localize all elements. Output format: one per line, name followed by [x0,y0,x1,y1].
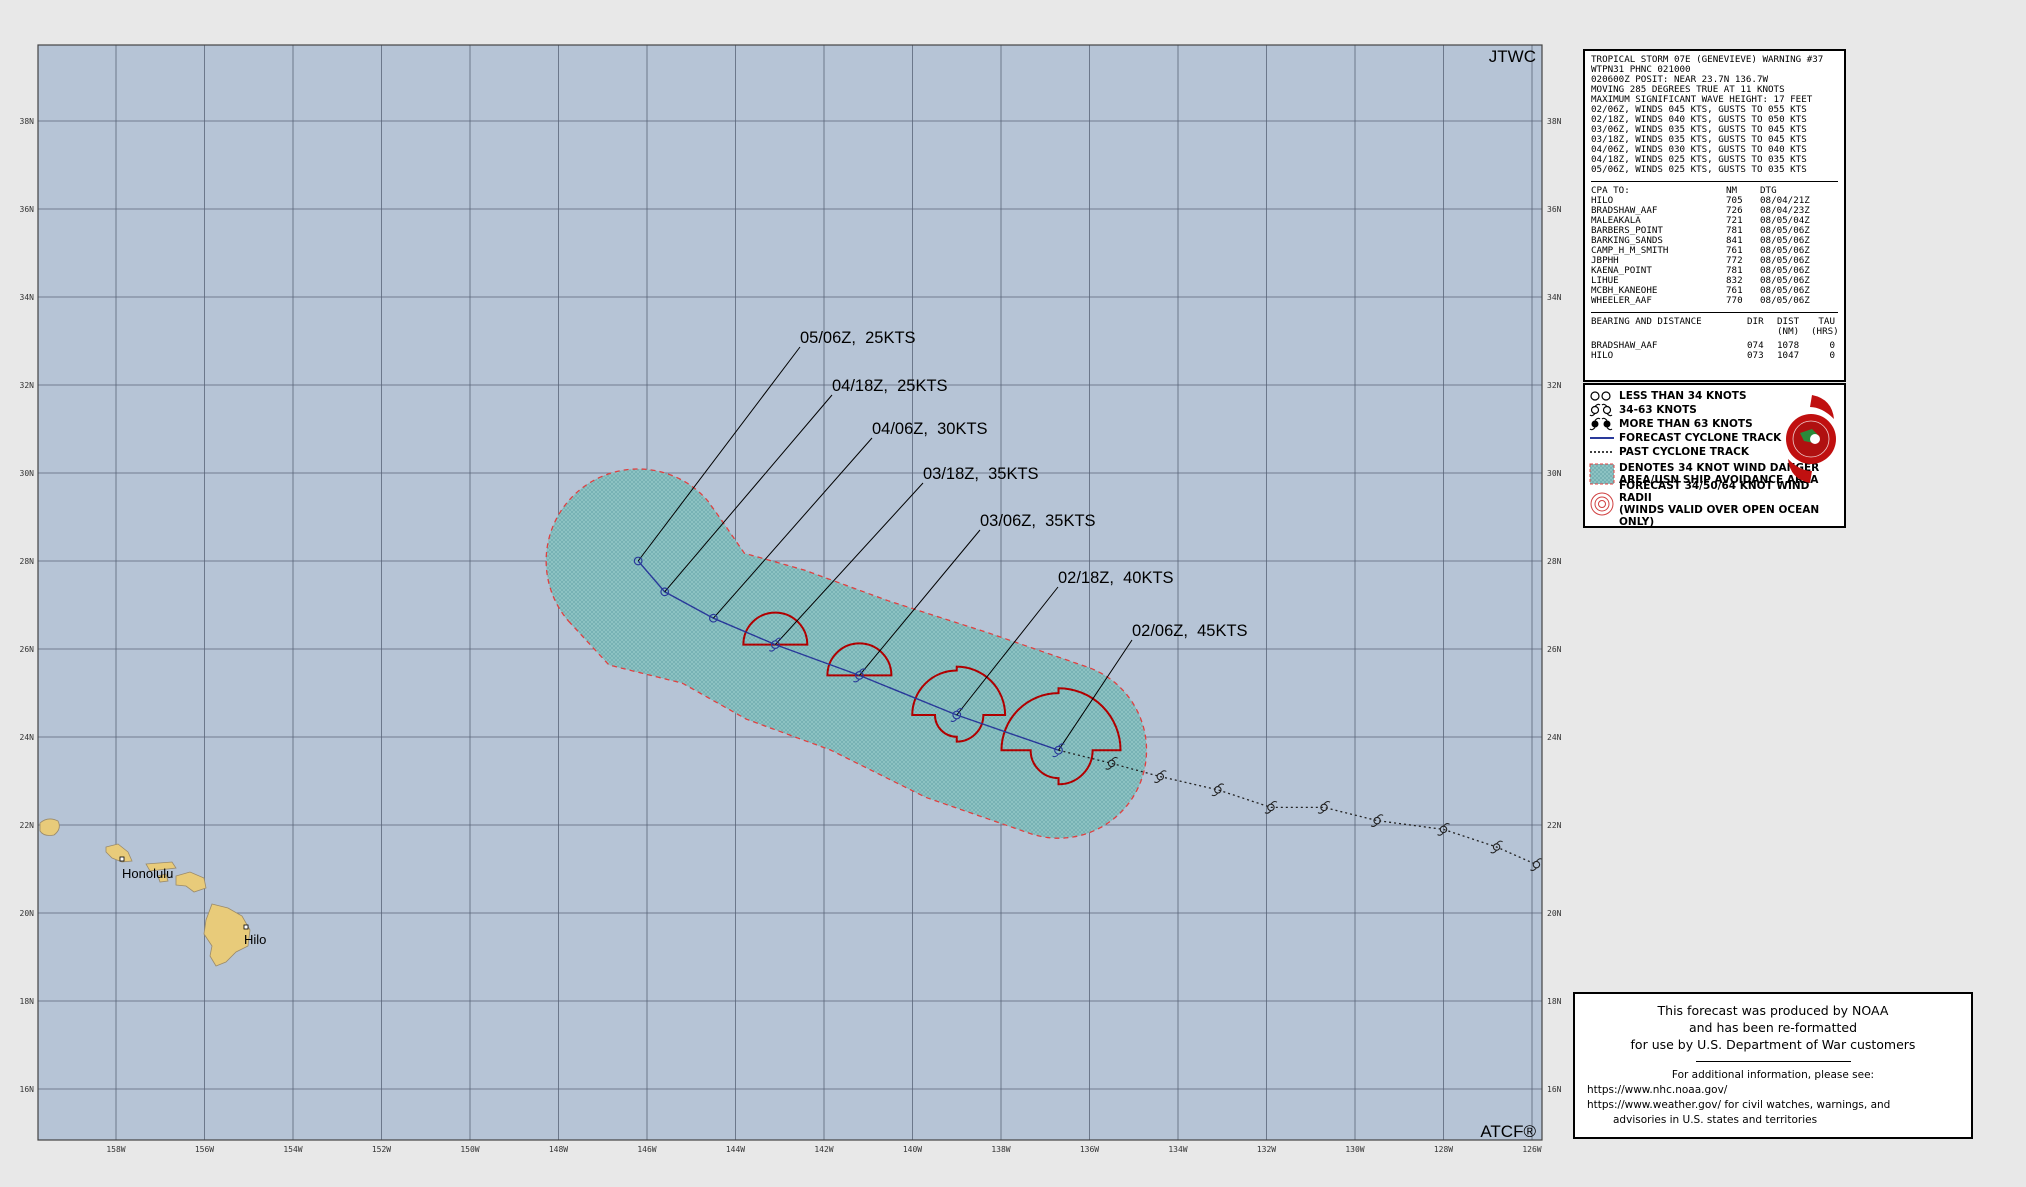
lat-label-right: 28N [1547,557,1562,566]
bearing-header-row: BEARING AND DISTANCE DIR DIST TAU [1591,316,1835,327]
credit-panel: This forecast was produced by NOAA and h… [1573,992,1973,1139]
forecast-label: 04/06Z, 30KTS [872,420,988,438]
legend-panel: LESS THAN 34 KNOTS 34-63 KNOTS MORE THAN… [1583,383,1846,528]
bearing-row: BRADSHAW_AAF 074 1078 0 [1591,340,1835,351]
nhc-link[interactable]: https://www.nhc.noaa.gov/ [1587,1083,1959,1098]
lat-label-right: 36N [1547,205,1562,214]
warning-text: TROPICAL STORM 07E (GENEVIEVE) WARNING #… [1591,55,1838,175]
lon-label: 146W [637,1145,656,1154]
lon-label: 130W [1345,1145,1364,1154]
lon-label: 158W [106,1145,125,1154]
lon-label: 152W [372,1145,391,1154]
cpa-row: WHEELER_AAF 770 08/05/06Z [1591,295,1810,306]
forecast-label: 03/18Z, 35KTS [923,465,1039,483]
lat-label-right: 24N [1547,733,1562,742]
hilo-marker [243,924,249,930]
bearing-units-row: (NM) (HRS) [1777,326,1839,337]
atcf-label: ATCF® [1480,1122,1536,1141]
credit-info-header: For additional information, please see: [1671,1069,1875,1081]
lon-label: 154W [283,1145,302,1154]
bearing-table: BRADSHAW_AAF 074 1078 0 HILO 073 1047 0 [1591,341,1838,361]
weather-gov-link[interactable]: https://www.weather.gov/ for civil watch… [1587,1098,1959,1113]
lat-label-left: 38N [20,117,35,126]
open-circle-icon [1590,391,1611,401]
jtwc-logo-icon [1786,395,1836,483]
city-label: Honolulu [122,866,173,881]
jtwc-label: JTWC [1489,47,1536,66]
lon-label: 136W [1080,1145,1099,1154]
legend-wind-radii: FORECAST 34/50/64 KNOT WIND RADII (WINDS … [1589,480,1840,528]
credit-main-text: This forecast was produced by NOAA and h… [1630,1003,1916,1052]
lat-label-left: 26N [20,645,35,654]
lon-label: 132W [1257,1145,1276,1154]
lat-label-left: 34N [20,293,35,302]
wind-radii-icon [1590,492,1614,516]
forecast-track-line-icon [1590,437,1614,439]
lon-label: 126W [1522,1145,1541,1154]
warning-line: 05/06Z, WINDS 025 KTS, GUSTS TO 035 KTS [1591,164,1807,175]
lat-label-left: 36N [20,205,35,214]
lon-label: 156W [195,1145,214,1154]
lon-label: 142W [814,1145,833,1154]
lon-label: 140W [903,1145,922,1154]
lat-label-left: 16N [20,1085,35,1094]
lat-label-right: 34N [1547,293,1562,302]
lat-label-left: 32N [20,381,35,390]
typhoon-symbol-icon [1589,417,1613,431]
lon-label: 144W [726,1145,745,1154]
forecast-label: 02/18Z, 40KTS [1058,569,1174,587]
forecast-label: 05/06Z, 25KTS [800,329,916,347]
lat-label-left: 24N [20,733,35,742]
lat-label-right: 22N [1547,821,1562,830]
lat-label-left: 22N [20,821,35,830]
lon-label: 134W [1168,1145,1187,1154]
lat-label-right: 30N [1547,469,1562,478]
lat-label-right: 26N [1547,645,1562,654]
forecast-label: 04/18Z, 25KTS [832,377,948,395]
lat-label-left: 30N [20,469,35,478]
forecast-label: 02/06Z, 45KTS [1132,622,1248,640]
lat-label-right: 16N [1547,1085,1562,1094]
warning-panel: TROPICAL STORM 07E (GENEVIEVE) WARNING #… [1583,49,1846,382]
lat-label-right: 38N [1547,117,1562,126]
forecast-label: 03/06Z, 35KTS [980,512,1096,530]
city-label: Hilo [244,932,266,947]
lon-label: 150W [460,1145,479,1154]
credit-link-note: advisories in U.S. states and territorie… [1613,1114,1818,1126]
cpa-table: HILO 705 08/04/21Z BRADSHAW_AAF 726 08/04/23Z… [1591,196,1838,306]
lat-label-right: 32N [1547,381,1562,390]
warning-divider [1591,181,1838,182]
lat-label-left: 28N [20,557,35,566]
lon-label: 148W [549,1145,568,1154]
cpa-divider [1591,312,1838,313]
storm-symbol-icon [1589,403,1613,417]
lat-label-right: 18N [1547,997,1562,1006]
lat-label-left: 18N [20,997,35,1006]
lon-label: 128W [1434,1145,1453,1154]
lat-label-right: 20N [1547,909,1562,918]
lon-label: 138W [991,1145,1010,1154]
credit-divider [1695,1061,1851,1062]
kauai-island [39,818,60,836]
bearing-row: HILO 073 1047 0 [1591,350,1835,361]
lat-label-left: 20N [20,909,35,918]
danger-area-swatch-icon [1589,463,1615,485]
past-track-line-icon [1590,451,1614,453]
honolulu-marker [119,856,125,862]
